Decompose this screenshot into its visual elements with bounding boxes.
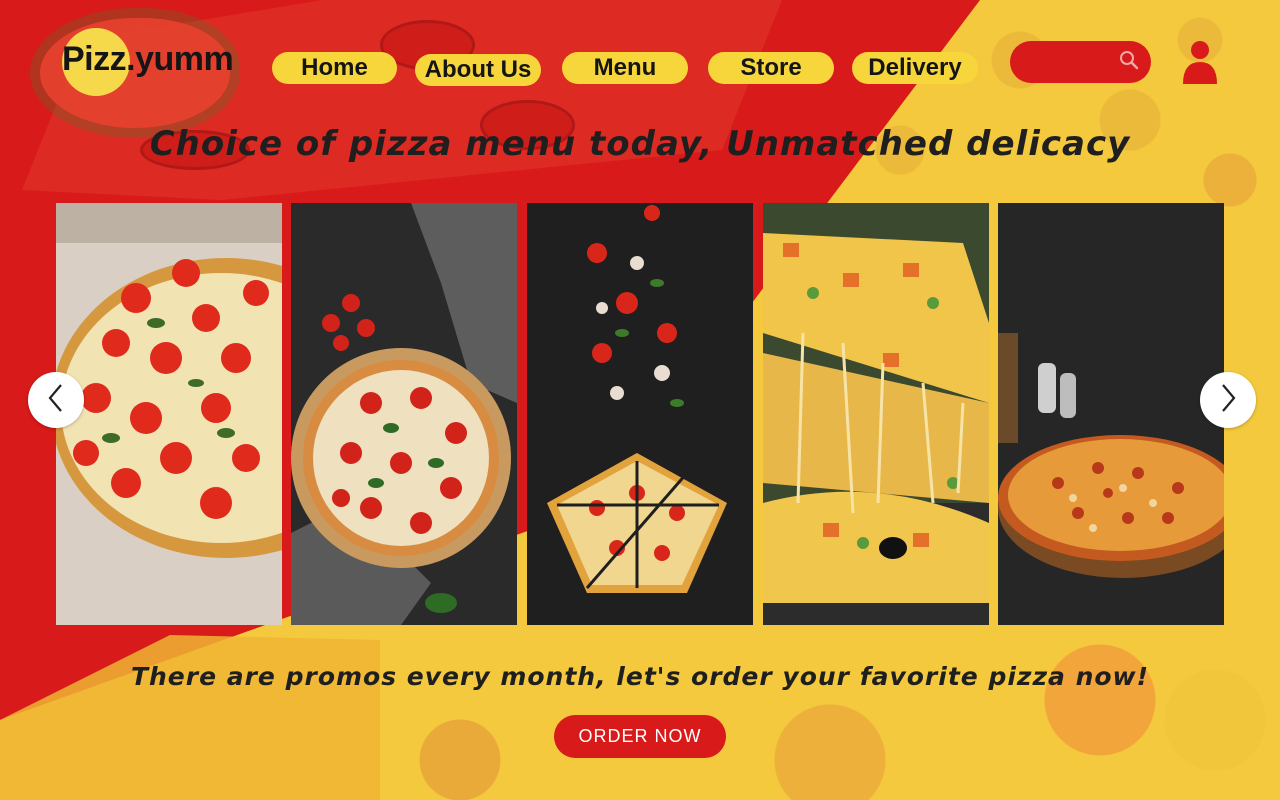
hero-headline: Choice of pizza menu today, Unmatched de… [149, 124, 1131, 164]
carousel-slide[interactable] [998, 203, 1224, 625]
carousel-slide[interactable] [56, 203, 282, 625]
carousel-slide[interactable] [527, 203, 753, 625]
nav-item-menu[interactable]: Menu [562, 52, 688, 84]
carousel-prev-button[interactable] [28, 372, 84, 428]
carousel-next-button[interactable] [1200, 372, 1256, 428]
pizza-carousel [56, 203, 1224, 625]
carousel-slide[interactable] [291, 203, 517, 625]
chevron-right-icon [1218, 382, 1238, 418]
nav-item-about-us[interactable]: About Us [415, 54, 541, 86]
search-bar[interactable] [1010, 41, 1151, 83]
search-icon[interactable] [1119, 50, 1139, 74]
nav-item-delivery[interactable]: Delivery [852, 52, 978, 84]
chevron-left-icon [46, 382, 66, 418]
promo-text: There are promos every month, let's orde… [130, 662, 1150, 691]
carousel-slide[interactable] [763, 203, 989, 625]
order-now-button[interactable]: ORDER NOW [554, 715, 726, 758]
search-input[interactable] [1024, 49, 1118, 77]
nav-item-store[interactable]: Store [708, 52, 834, 84]
nav-item-home[interactable]: Home [272, 52, 397, 84]
user-icon[interactable] [1182, 40, 1218, 86]
